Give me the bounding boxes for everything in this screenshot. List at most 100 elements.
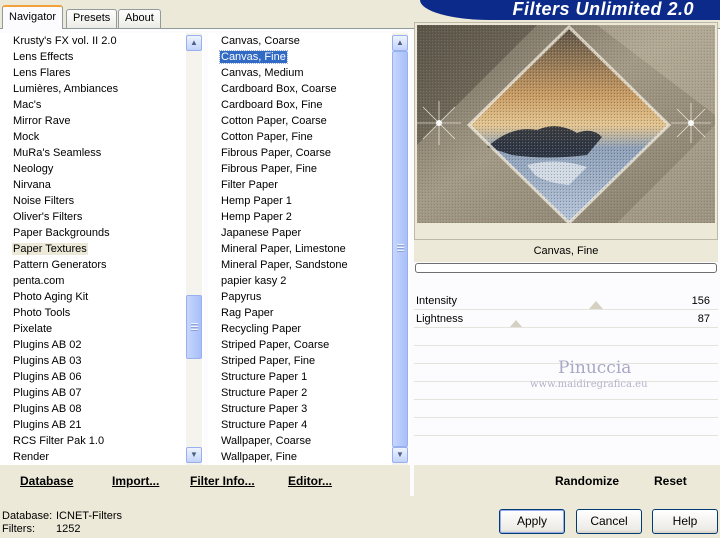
- list-item[interactable]: MuRa's Seamless: [0, 145, 186, 161]
- list-item[interactable]: Cardboard Box, Fine: [208, 97, 392, 113]
- scroll-thumb[interactable]: [186, 295, 202, 359]
- list-item[interactable]: Rag Paper: [208, 305, 392, 321]
- list-item[interactable]: Striped Paper, Fine: [208, 353, 392, 369]
- reset-button[interactable]: Reset: [654, 474, 687, 488]
- list-item[interactable]: Canvas, Fine: [208, 49, 392, 65]
- list-item-label: Structure Paper 1: [221, 371, 308, 383]
- list-item[interactable]: Fibrous Paper, Coarse: [208, 145, 392, 161]
- tab-navigator-label: Navigator: [9, 11, 57, 23]
- list-item[interactable]: Structure Paper 3: [208, 401, 392, 417]
- list-item[interactable]: Mock: [0, 129, 186, 145]
- list-item[interactable]: Lumières, Ambiances: [0, 81, 186, 97]
- list-item[interactable]: Hemp Paper 2: [208, 209, 392, 225]
- list-item[interactable]: Photo Aging Kit: [0, 289, 186, 305]
- list-item[interactable]: Wallpaper, Fine: [208, 449, 392, 465]
- filter-info-button[interactable]: Filter Info...: [190, 474, 255, 488]
- list-item[interactable]: Japanese Paper: [208, 225, 392, 241]
- tab-navigator[interactable]: Navigator: [2, 5, 64, 29]
- category-list[interactable]: Krusty's FX vol. II 2.0 Lens Effects Lens …: [0, 33, 204, 465]
- editor-button[interactable]: Editor...: [288, 474, 332, 488]
- list-item-label: Striped Paper, Coarse: [221, 339, 330, 351]
- list-item[interactable]: Filter Paper: [208, 177, 392, 193]
- filter-list[interactable]: Canvas, Coarse Canvas, Fine Canvas, Medium…: [208, 33, 410, 465]
- tab-about-label: About: [125, 12, 154, 24]
- list-item[interactable]: Pattern Generators: [0, 257, 186, 273]
- scroll-down-button[interactable]: ▼: [186, 447, 202, 463]
- progress-bar: [415, 263, 717, 273]
- list-item[interactable]: Hemp Paper 1: [208, 193, 392, 209]
- list-item[interactable]: Structure Paper 4: [208, 417, 392, 433]
- list-item[interactable]: Lens Flares: [0, 65, 186, 81]
- cancel-button[interactable]: Cancel: [576, 509, 642, 534]
- list-item[interactable]: Mineral Paper, Limestone: [208, 241, 392, 257]
- list-item-label: Plugins AB 21: [13, 419, 82, 431]
- list-item[interactable]: Mac's: [0, 97, 186, 113]
- list-item[interactable]: Plugins AB 06: [0, 369, 186, 385]
- category-scrollbar[interactable]: ▲ ▼: [186, 33, 202, 465]
- list-item[interactable]: Neology: [0, 161, 186, 177]
- list-item[interactable]: Striped Paper, Coarse: [208, 337, 392, 353]
- list-item[interactable]: Structure Paper 1: [208, 369, 392, 385]
- list-item-label: Paper Textures: [12, 243, 88, 255]
- filters-status-value: 1252: [56, 523, 81, 535]
- list-item-label: Structure Paper 4: [221, 419, 308, 431]
- list-item[interactable]: Structure Paper 2: [208, 385, 392, 401]
- list-item-label: Fibrous Paper, Fine: [221, 163, 317, 175]
- list-item[interactable]: Render: [0, 449, 186, 465]
- list-item[interactable]: Fibrous Paper, Fine: [208, 161, 392, 177]
- list-item-label: Pattern Generators: [13, 259, 107, 271]
- list-item[interactable]: Cotton Paper, Coarse: [208, 113, 392, 129]
- list-item[interactable]: Canvas, Coarse: [208, 33, 392, 49]
- list-item[interactable]: Oliver's Filters: [0, 209, 186, 225]
- list-item[interactable]: Canvas, Medium: [208, 65, 392, 81]
- list-item[interactable]: Plugins AB 07: [0, 385, 186, 401]
- list-item[interactable]: Plugins AB 21: [0, 417, 186, 433]
- list-item[interactable]: Mineral Paper, Sandstone: [208, 257, 392, 273]
- list-item[interactable]: Cardboard Box, Coarse: [208, 81, 392, 97]
- intensity-slider[interactable]: Intensity 156: [414, 292, 718, 310]
- list-item-label: Recycling Paper: [221, 323, 302, 335]
- list-item[interactable]: Paper Backgrounds: [0, 225, 186, 241]
- list-item-label: Nirvana: [13, 179, 51, 191]
- list-item[interactable]: Mirror Rave: [0, 113, 186, 129]
- scroll-up-button[interactable]: ▲: [392, 35, 408, 51]
- watermark-name: Pinuccia: [558, 358, 632, 378]
- list-item[interactable]: RCS Filter Pak 1.0: [0, 433, 186, 449]
- tab-presets[interactable]: Presets: [66, 9, 118, 28]
- list-item[interactable]: Noise Filters: [0, 193, 186, 209]
- randomize-button[interactable]: Randomize: [555, 474, 619, 488]
- list-item-label: papier kasy 2: [221, 275, 287, 287]
- chevron-down-icon: ▼: [396, 450, 404, 459]
- list-item[interactable]: Plugins AB 03: [0, 353, 186, 369]
- scroll-down-button[interactable]: ▼: [392, 447, 408, 463]
- tab-about[interactable]: About: [118, 9, 161, 28]
- list-item[interactable]: Plugins AB 02: [0, 337, 186, 353]
- list-item[interactable]: Papyrus: [208, 289, 392, 305]
- preview-filter-name: Canvas, Fine: [414, 240, 718, 262]
- list-item[interactable]: Paper Textures: [0, 241, 186, 257]
- filter-scrollbar[interactable]: ▲ ▼: [392, 33, 408, 465]
- scroll-up-button[interactable]: ▲: [186, 35, 202, 51]
- list-item[interactable]: Cotton Paper, Fine: [208, 129, 392, 145]
- list-item[interactable]: Nirvana: [0, 177, 186, 193]
- apply-button[interactable]: Apply: [499, 509, 565, 534]
- database-status-value: ICNET-Filters: [56, 510, 122, 522]
- list-item[interactable]: Krusty's FX vol. II 2.0: [0, 33, 186, 49]
- list-item[interactable]: Lens Effects: [0, 49, 186, 65]
- list-item-label: Mac's: [13, 99, 42, 111]
- intensity-value: 156: [691, 295, 710, 307]
- list-item-label: Canvas, Medium: [221, 67, 304, 79]
- scroll-thumb[interactable]: [392, 51, 408, 447]
- list-item[interactable]: Recycling Paper: [208, 321, 392, 337]
- list-item[interactable]: Plugins AB 08: [0, 401, 186, 417]
- database-button[interactable]: Database: [20, 474, 73, 488]
- import-button[interactable]: Import...: [112, 474, 159, 488]
- help-button[interactable]: Help: [652, 509, 718, 534]
- list-item[interactable]: Wallpaper, Coarse: [208, 433, 392, 449]
- list-item-label: Lens Effects: [13, 51, 74, 63]
- list-item[interactable]: Photo Tools: [0, 305, 186, 321]
- list-item[interactable]: Pixelate: [0, 321, 186, 337]
- list-item[interactable]: penta.com: [0, 273, 186, 289]
- lightness-slider[interactable]: Lightness 87: [414, 310, 718, 328]
- list-item[interactable]: papier kasy 2: [208, 273, 392, 289]
